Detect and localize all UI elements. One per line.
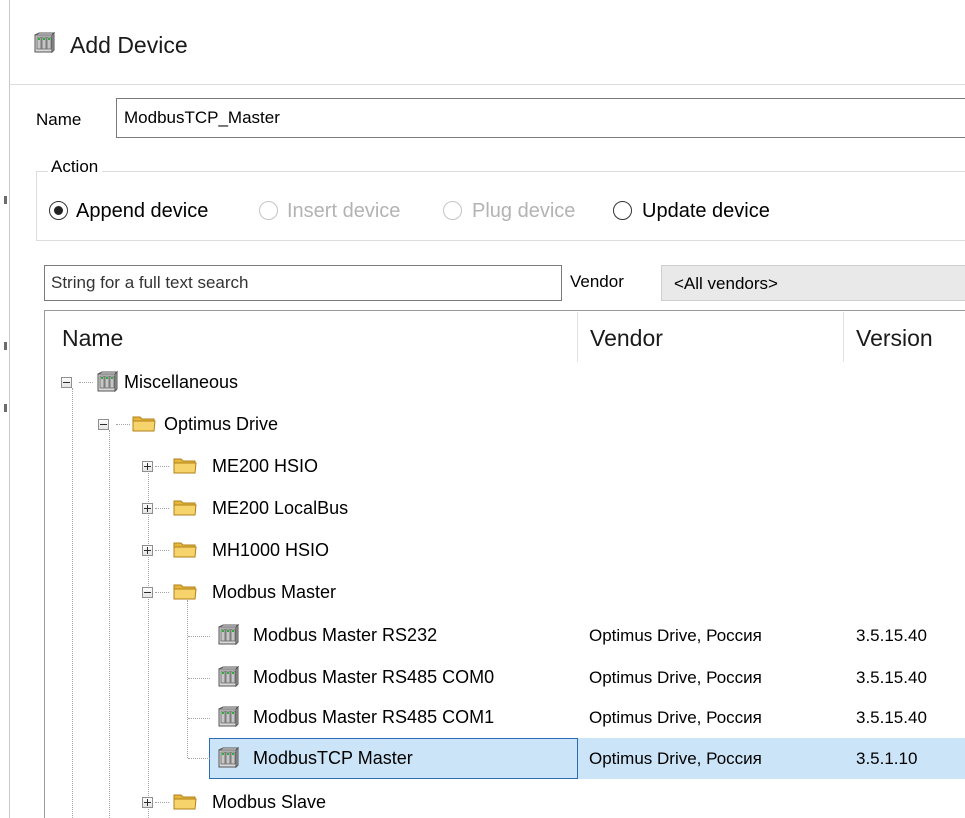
expand-icon[interactable] bbox=[142, 797, 153, 808]
window-left-edge bbox=[9, 0, 10, 818]
tree-connector bbox=[188, 758, 210, 759]
tree-connector bbox=[188, 718, 210, 719]
tree-connector bbox=[155, 508, 169, 509]
tree-connector bbox=[155, 802, 169, 803]
tree-item-modbus-master[interactable]: Modbus Master bbox=[212, 581, 336, 603]
expand-icon[interactable] bbox=[142, 545, 153, 556]
search-input[interactable] bbox=[44, 265, 562, 301]
tree-connector bbox=[188, 678, 210, 679]
tree-item-modbus-master-rs232[interactable]: Modbus Master RS232 bbox=[253, 624, 437, 646]
tree-connector bbox=[79, 382, 93, 383]
append-device-label[interactable]: Append device bbox=[76, 199, 208, 223]
device-icon bbox=[217, 624, 239, 646]
name-label: Name bbox=[36, 110, 82, 129]
collapse-icon[interactable] bbox=[98, 419, 109, 430]
tree-connector bbox=[155, 466, 169, 467]
folder-icon bbox=[173, 498, 197, 516]
insert-device-radio[interactable] bbox=[259, 201, 278, 220]
name-input[interactable] bbox=[116, 98, 965, 138]
window-edge-mark bbox=[4, 196, 7, 204]
row-vendor: Optimus Drive, Россия bbox=[589, 749, 762, 768]
action-legend: Action bbox=[48, 156, 103, 178]
column-separator bbox=[577, 312, 578, 362]
folder-icon bbox=[173, 582, 197, 600]
row-vendor: Optimus Drive, Россия bbox=[589, 626, 762, 645]
insert-device-label[interactable]: Insert device bbox=[287, 199, 400, 223]
row-vendor: Optimus Drive, Россия bbox=[589, 668, 762, 687]
tree-connector bbox=[72, 388, 73, 818]
tree-connector bbox=[109, 430, 110, 818]
title-separator bbox=[9, 84, 965, 85]
vendor-label: Vendor bbox=[570, 272, 624, 291]
tree-item-modbus-master-rs485-com0[interactable]: Modbus Master RS485 COM0 bbox=[253, 666, 494, 688]
tree-item-optimus-drive[interactable]: Optimus Drive bbox=[164, 413, 278, 435]
row-version: 3.5.15.40 bbox=[856, 668, 927, 687]
column-header-vendor[interactable]: Vendor bbox=[590, 324, 663, 352]
tree-connector bbox=[187, 600, 188, 758]
device-icon bbox=[33, 32, 55, 54]
dialog-title: Add Device bbox=[70, 32, 188, 58]
collapse-icon[interactable] bbox=[61, 377, 72, 388]
row-version: 3.5.15.40 bbox=[856, 626, 927, 645]
tree-item-modbus-master-rs485-com1[interactable]: Modbus Master RS485 COM1 bbox=[253, 706, 494, 728]
expand-icon[interactable] bbox=[142, 503, 153, 514]
vendor-dropdown[interactable]: <All vendors> bbox=[661, 265, 965, 301]
row-vendor: Optimus Drive, Россия bbox=[589, 708, 762, 727]
tree-connector bbox=[148, 470, 149, 818]
folder-icon bbox=[173, 540, 197, 558]
window-edge-mark bbox=[4, 342, 7, 350]
row-version: 3.5.15.40 bbox=[856, 708, 927, 727]
folder-icon bbox=[173, 792, 197, 810]
column-separator bbox=[843, 312, 844, 362]
tree-item-me200-hsio[interactable]: ME200 HSIO bbox=[212, 455, 318, 477]
device-icon bbox=[96, 371, 118, 393]
collapse-icon[interactable] bbox=[142, 587, 153, 598]
device-icon bbox=[217, 666, 239, 688]
expand-icon[interactable] bbox=[142, 461, 153, 472]
tree-connector bbox=[155, 592, 169, 593]
append-device-radio[interactable] bbox=[49, 201, 68, 220]
plug-device-label[interactable]: Plug device bbox=[472, 199, 575, 223]
tree-item-mh1000-hsio[interactable]: MH1000 HSIO bbox=[212, 539, 329, 561]
tree-connector bbox=[116, 424, 130, 425]
tree-connector bbox=[188, 636, 210, 637]
column-header-name[interactable]: Name bbox=[62, 324, 123, 352]
tree-item-modbustcp-master[interactable]: ModbusTCP Master bbox=[253, 747, 413, 769]
update-device-label[interactable]: Update device bbox=[642, 199, 770, 223]
plug-device-radio[interactable] bbox=[443, 201, 462, 220]
column-header-version[interactable]: Version bbox=[856, 324, 933, 352]
tree-item-miscellaneous[interactable]: Miscellaneous bbox=[124, 371, 238, 393]
device-icon bbox=[217, 706, 239, 728]
folder-icon bbox=[132, 414, 156, 432]
update-device-radio[interactable] bbox=[613, 201, 632, 220]
window-edge-mark bbox=[4, 404, 7, 412]
row-version: 3.5.1.10 bbox=[856, 749, 918, 768]
tree-item-modbus-slave[interactable]: Modbus Slave bbox=[212, 791, 326, 813]
tree-connector bbox=[155, 550, 169, 551]
device-icon bbox=[217, 747, 239, 769]
folder-icon bbox=[173, 456, 197, 474]
tree-item-me200-localbus[interactable]: ME200 LocalBus bbox=[212, 497, 348, 519]
